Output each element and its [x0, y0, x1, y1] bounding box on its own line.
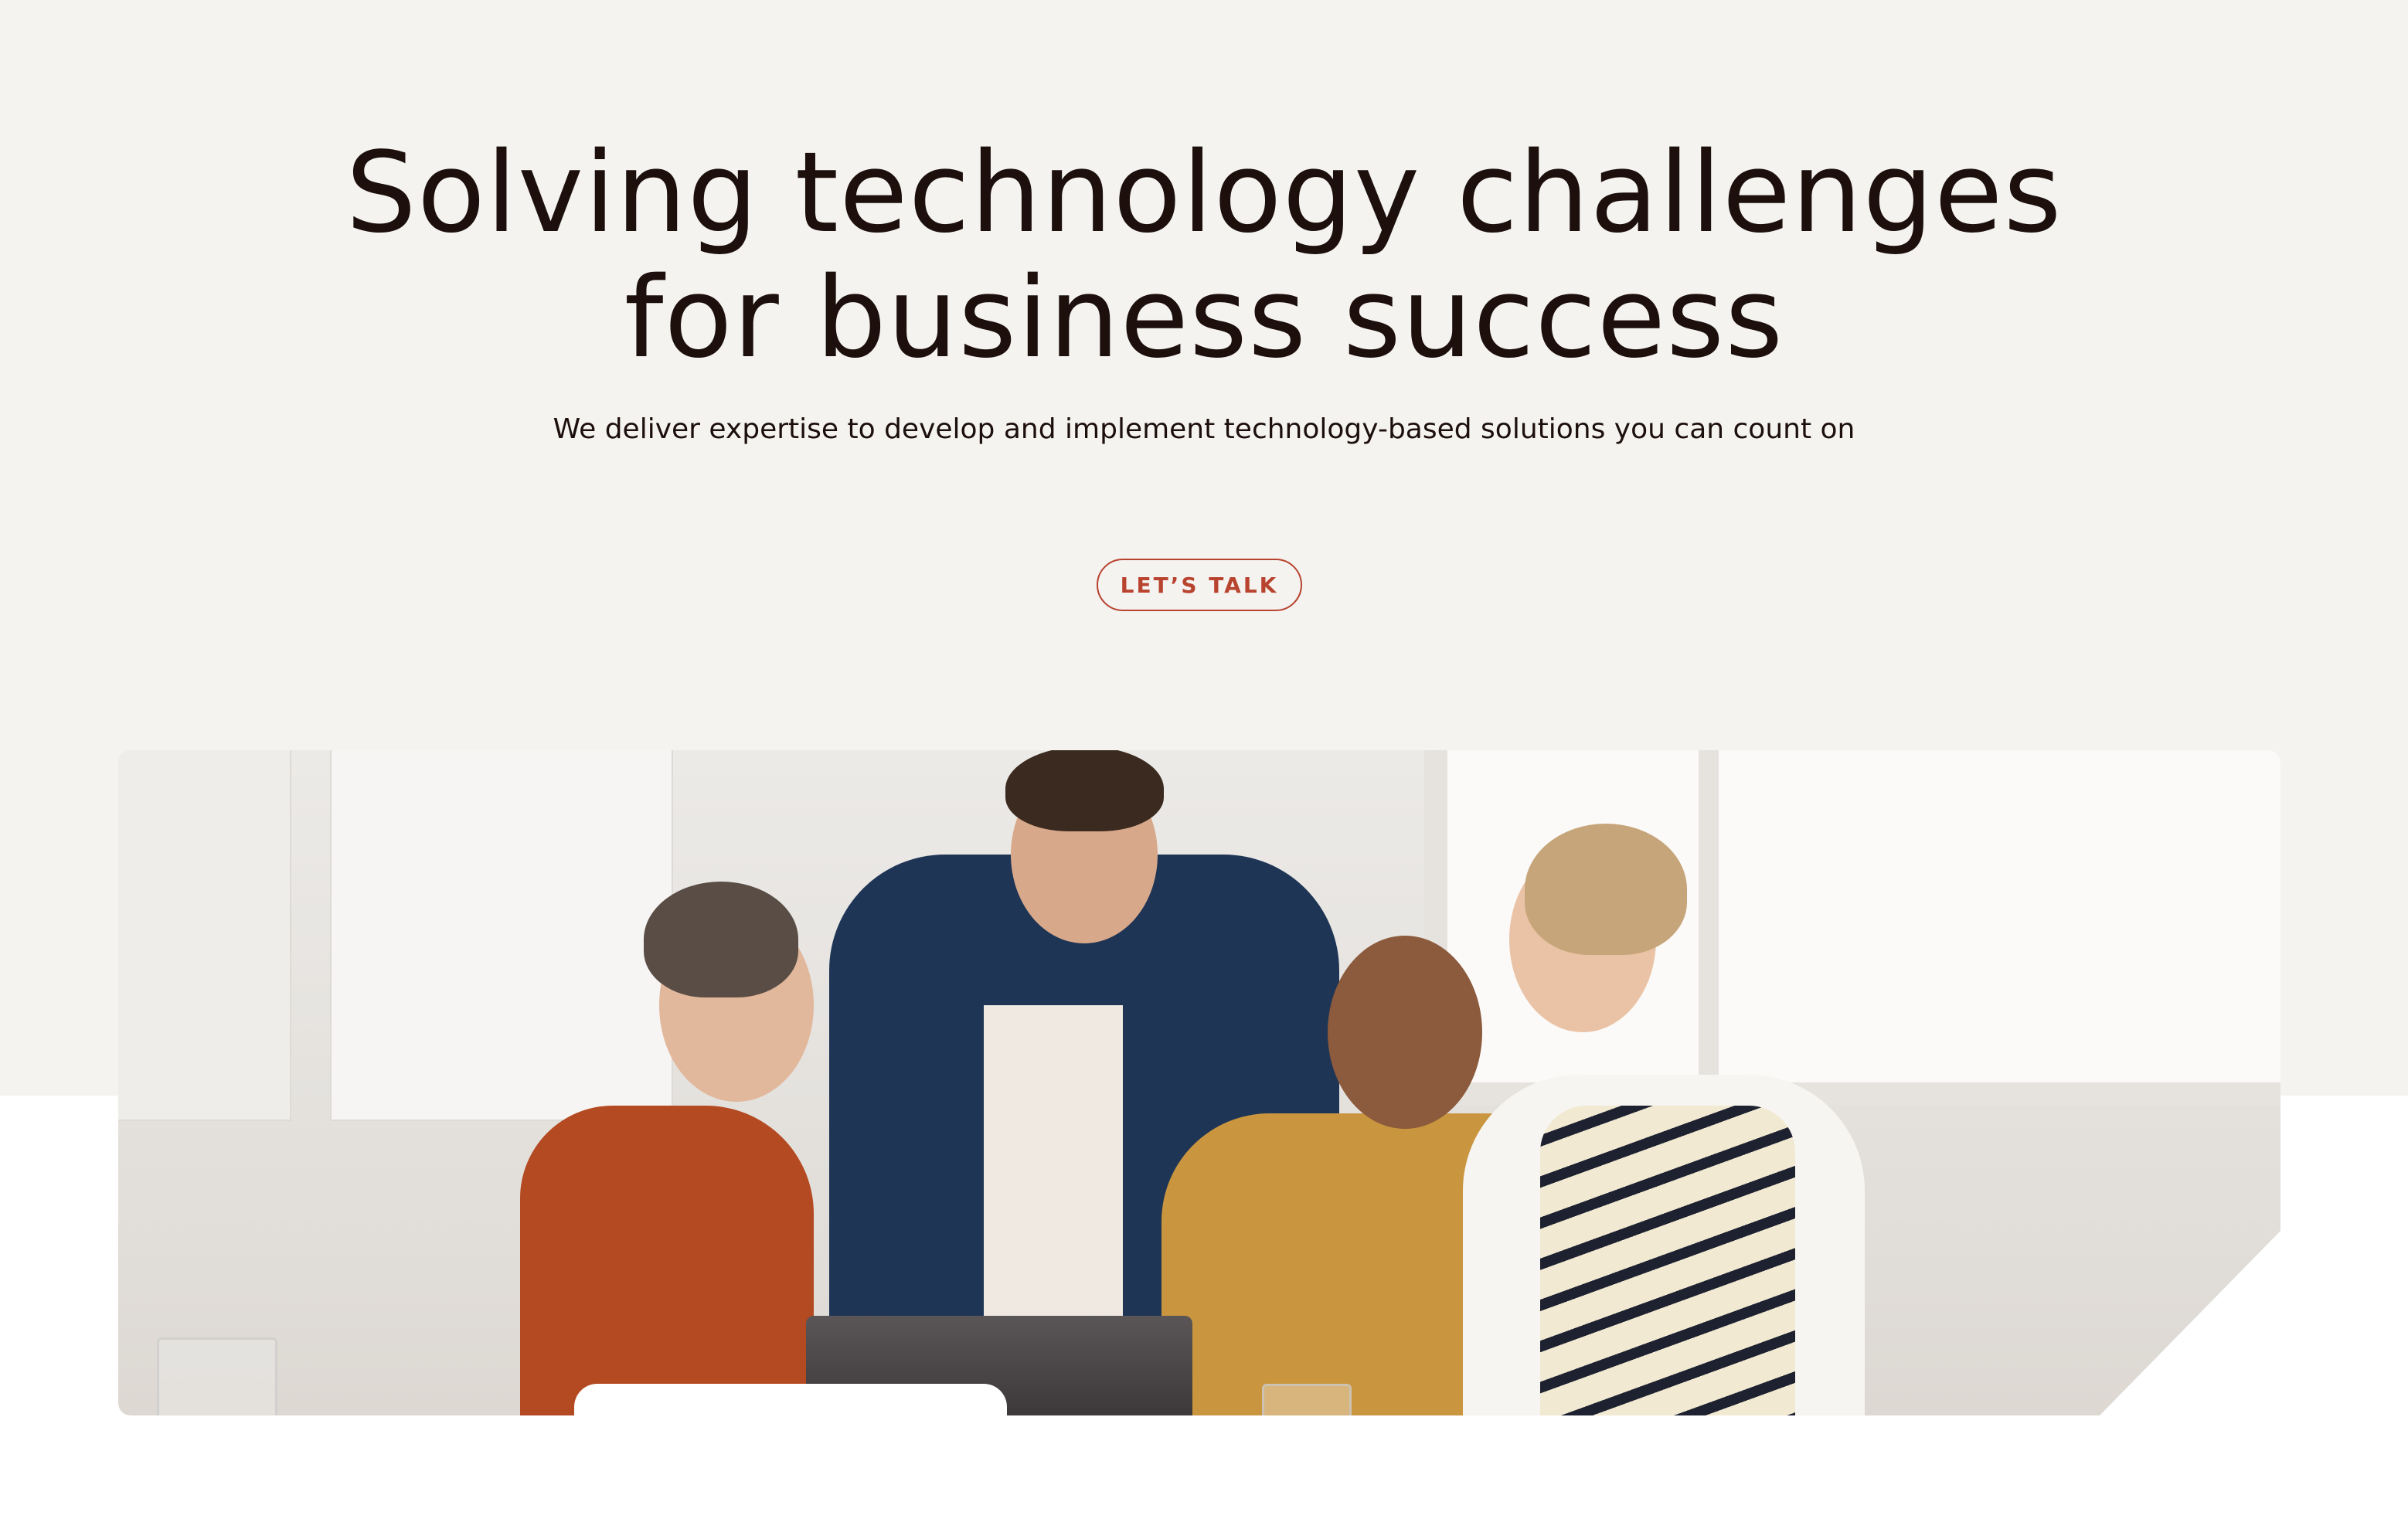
hero-headline-line-1: Solving technology challenges [345, 127, 2063, 257]
hero-headline-line-2: for business success [624, 253, 1784, 382]
lets-talk-button[interactable]: LET’S TALK [1097, 559, 1302, 611]
team-meeting-photo [118, 750, 2280, 1418]
photo-notch [574, 1384, 1007, 1418]
hair [644, 882, 798, 997]
hair [1005, 750, 1164, 831]
water-pitcher [157, 1337, 277, 1415]
wall-board-left [118, 750, 290, 1120]
window-frame-mid [1699, 750, 1719, 1106]
orange-shirt [520, 1106, 814, 1415]
face [1328, 936, 1482, 1129]
hero-subheadline: We deliver expertise to develop and impl… [553, 413, 1855, 445]
striped-vest [1540, 1106, 1795, 1415]
photo-frame [118, 750, 2280, 1415]
hero-headline: Solving technology challenges for busine… [0, 130, 2408, 380]
wall-board-center [332, 750, 672, 1120]
hair [1525, 824, 1687, 955]
drinking-glass [1262, 1384, 1352, 1415]
